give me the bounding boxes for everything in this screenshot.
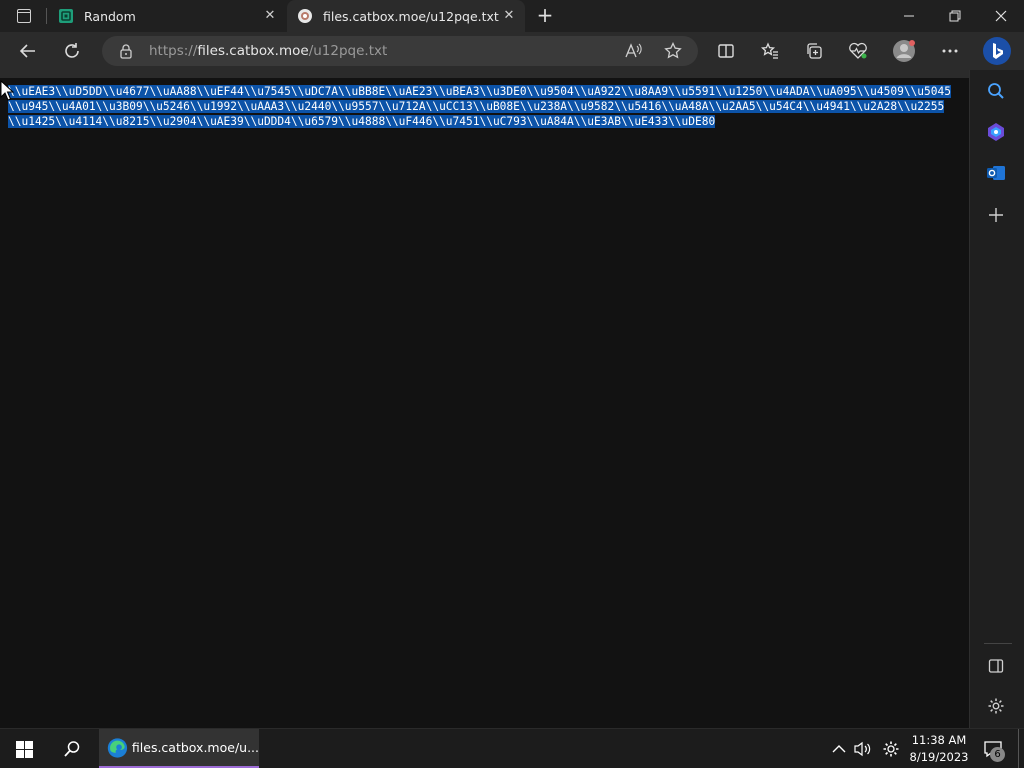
sidebar-add-icon[interactable] bbox=[985, 204, 1007, 226]
close-tab-icon[interactable]: ✕ bbox=[262, 8, 278, 24]
random-favicon-icon bbox=[59, 9, 73, 23]
lock-icon[interactable] bbox=[118, 43, 134, 59]
tab-actions-menu-button[interactable] bbox=[10, 7, 38, 25]
restore-icon[interactable] bbox=[932, 0, 978, 32]
tab-label: files.catbox.moe/u12pqe.txt bbox=[323, 8, 499, 24]
clock-time: 11:38 AM bbox=[911, 733, 967, 747]
selected-text[interactable]: \\uEAE3\\uD5DD\\u4677\\uAA88\\uEF44\\u75… bbox=[8, 85, 951, 128]
collections-icon[interactable] bbox=[799, 36, 829, 66]
address-bar[interactable]: https://files.catbox.moe/u12pqe.txt bbox=[102, 36, 698, 66]
show-hidden-icons-chevron-icon[interactable] bbox=[828, 729, 850, 768]
tab-actions-icon bbox=[17, 9, 31, 23]
taskbar-edge-button[interactable]: files.catbox.moe/u... bbox=[99, 729, 259, 768]
url-path: /u12pqe.txt bbox=[308, 43, 388, 59]
settings-gear-icon[interactable] bbox=[879, 729, 903, 768]
start-button[interactable] bbox=[4, 729, 44, 768]
page-content bbox=[0, 70, 969, 728]
sidebar-outlook-icon[interactable] bbox=[985, 162, 1007, 184]
hide-sidebar-icon[interactable] bbox=[985, 655, 1007, 677]
edge-logo-icon bbox=[107, 737, 128, 758]
sidebar-search-icon[interactable] bbox=[985, 80, 1007, 102]
new-tab-icon[interactable]: + bbox=[534, 4, 556, 26]
mouse-cursor-icon bbox=[0, 80, 14, 101]
notification-count-badge: 6 bbox=[990, 747, 1005, 762]
sidebar-separator bbox=[984, 643, 1012, 644]
refresh-icon[interactable] bbox=[57, 36, 87, 66]
read-aloud-icon[interactable] bbox=[624, 42, 642, 60]
tab-catbox-file[interactable]: files.catbox.moe/u12pqe.txt ✕ bbox=[287, 0, 525, 32]
url-prefix: https:// bbox=[149, 43, 198, 59]
content-top-strip bbox=[0, 70, 969, 78]
sidebar-settings-icon[interactable] bbox=[985, 695, 1007, 717]
favorites-icon[interactable] bbox=[755, 36, 785, 66]
sidebar-copilot-icon[interactable] bbox=[985, 121, 1007, 143]
minimize-icon[interactable] bbox=[886, 0, 932, 32]
close-tab-icon[interactable]: ✕ bbox=[501, 8, 517, 24]
taskbar-clock[interactable]: 11:38 AM 8/19/2023 bbox=[905, 732, 973, 766]
back-icon[interactable] bbox=[13, 36, 43, 66]
browser-essentials-icon[interactable] bbox=[843, 36, 873, 66]
bing-copilot-icon[interactable] bbox=[980, 34, 1014, 68]
close-window-icon[interactable] bbox=[978, 0, 1024, 32]
raw-text-content[interactable]: \\uEAE3\\uD5DD\\u4677\\uAA88\\uEF44\\u75… bbox=[8, 84, 960, 129]
windows-taskbar: files.catbox.moe/u... 11:38 AM 8/19/2023… bbox=[0, 728, 1024, 768]
tab-random[interactable]: Random ✕ bbox=[48, 0, 286, 32]
clock-date: 8/19/2023 bbox=[909, 750, 969, 764]
split-screen-icon[interactable] bbox=[711, 36, 741, 66]
show-desktop-divider[interactable] bbox=[1018, 729, 1019, 768]
windows-logo-icon bbox=[15, 740, 33, 758]
volume-icon[interactable] bbox=[851, 729, 875, 768]
tab-separator bbox=[46, 8, 47, 24]
taskbar-edge-label: files.catbox.moe/u... bbox=[131, 740, 259, 755]
url-host: files.catbox.moe bbox=[197, 43, 309, 59]
title-bar: Random ✕ files.catbox.moe/u12pqe.txt ✕ + bbox=[0, 0, 1024, 32]
taskbar-search-icon[interactable] bbox=[52, 729, 92, 768]
more-options-icon[interactable] bbox=[935, 36, 965, 66]
edge-sidebar bbox=[969, 70, 1024, 728]
tab-label: Random bbox=[84, 8, 136, 24]
add-favorite-star-icon[interactable] bbox=[664, 42, 682, 60]
catbox-favicon-icon bbox=[298, 9, 312, 23]
url-text[interactable]: https://files.catbox.moe/u12pqe.txt bbox=[149, 43, 387, 59]
profile-avatar[interactable] bbox=[889, 36, 919, 66]
